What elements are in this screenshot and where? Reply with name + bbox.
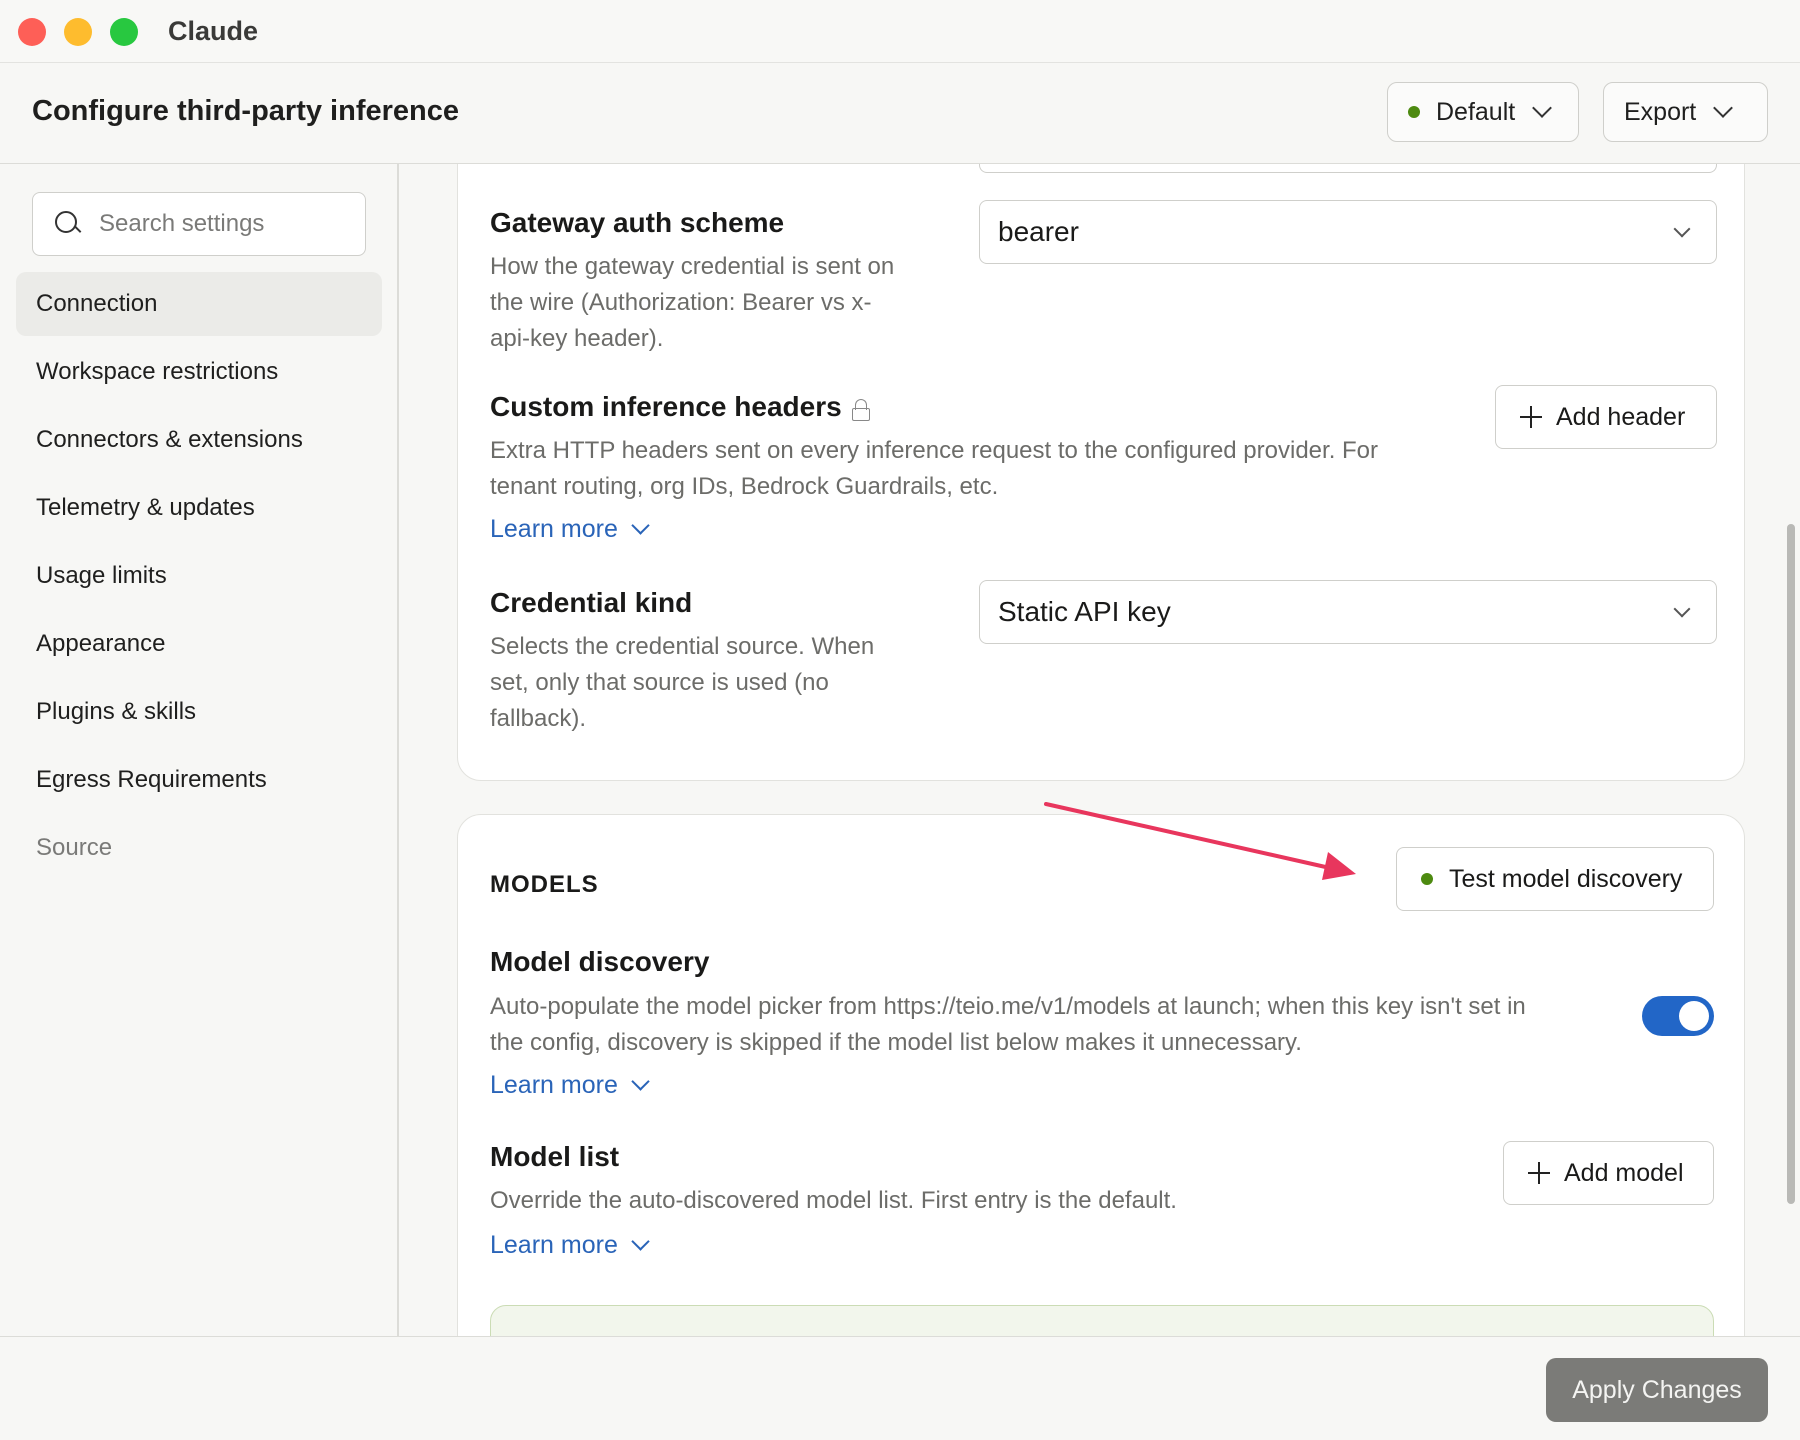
sidebar-item-appearance[interactable]: Appearance [16, 612, 382, 676]
export-dropdown-label: Export [1624, 97, 1697, 126]
connection-card: Gateway auth scheme How the gateway cred… [457, 164, 1745, 781]
credential-kind-value: Static API key [998, 596, 1171, 627]
custom-headers-learn-more[interactable]: Learn more [490, 515, 650, 544]
custom-headers-title: Custom inference headers [490, 391, 870, 423]
chevron-down-icon [631, 1072, 650, 1091]
apply-changes-button[interactable]: Apply Changes [1546, 1358, 1768, 1422]
discovery-result-banner [490, 1305, 1714, 1336]
close-window-button[interactable] [18, 18, 46, 46]
custom-headers-description: Extra HTTP headers sent on every inferen… [490, 437, 1379, 500]
profile-dropdown-label: Default [1436, 97, 1516, 126]
sidebar-item-connection[interactable]: Connection [16, 272, 382, 336]
maximize-window-button[interactable] [110, 18, 138, 46]
plus-icon [1528, 1162, 1550, 1184]
sidebar-item-plugins-skills[interactable]: Plugins & skills [16, 680, 382, 744]
chevron-down-icon [631, 516, 650, 535]
chevron-down-icon [1532, 98, 1553, 118]
sidebar-item-source[interactable]: Source [16, 816, 382, 880]
sidebar-item-telemetry-updates[interactable]: Telemetry & updates [16, 476, 382, 540]
sidebar-item-workspace-restrictions[interactable]: Workspace restrictions [16, 340, 382, 404]
model-list-learn-more[interactable]: Learn more [490, 1231, 650, 1260]
add-header-button[interactable]: Add header [1495, 385, 1717, 449]
search-icon [55, 211, 81, 237]
gateway-auth-title: Gateway auth scheme [490, 207, 785, 238]
sidebar-item-egress-requirements[interactable]: Egress Requirements [16, 748, 382, 812]
model-discovery-toggle[interactable] [1642, 996, 1714, 1036]
scrollbar[interactable] [1787, 524, 1795, 1204]
sidebar-nav: Connection Workspace restrictions Connec… [16, 272, 382, 884]
toggle-knob [1679, 1001, 1709, 1031]
plus-icon [1520, 406, 1542, 428]
status-dot-icon [1408, 106, 1420, 118]
footer-bar: Apply Changes [0, 1336, 1800, 1440]
page-header: Configure third-party inference Default … [0, 63, 1800, 164]
sidebar-item-connectors-extensions[interactable]: Connectors & extensions [16, 408, 382, 472]
model-discovery-learn-more[interactable]: Learn more [490, 1071, 650, 1100]
gateway-auth-select[interactable]: bearer [979, 200, 1717, 264]
credential-kind-select[interactable]: Static API key [979, 580, 1717, 644]
lock-icon [851, 398, 870, 421]
title-bar: Claude [0, 0, 1800, 63]
chevron-down-icon [1713, 98, 1734, 118]
gateway-auth-value: bearer [998, 216, 1079, 247]
status-dot-icon [1421, 873, 1433, 885]
credential-kind-description: Selects the credential source. When set,… [490, 633, 875, 732]
profile-dropdown[interactable]: Default [1387, 82, 1579, 142]
gateway-auth-description: How the gateway credential is sent on th… [490, 253, 895, 352]
chevron-down-icon [631, 1232, 650, 1251]
minimize-window-button[interactable] [64, 18, 92, 46]
chevron-down-icon [1673, 600, 1691, 618]
export-dropdown[interactable]: Export [1603, 82, 1768, 142]
model-discovery-title: Model discovery [490, 946, 710, 977]
add-model-button[interactable]: Add model [1503, 1141, 1714, 1205]
model-discovery-description: Auto-populate the model picker from http… [490, 993, 1526, 1056]
credential-kind-title: Credential kind [490, 587, 693, 618]
models-section-label: MODELS [490, 871, 599, 898]
page-title: Configure third-party inference [32, 95, 459, 127]
settings-content[interactable]: Gateway auth scheme How the gateway cred… [401, 164, 1800, 1336]
model-list-description: Override the auto-discovered model list.… [490, 1187, 1177, 1214]
models-card: MODELS Test model discovery Model discov… [457, 814, 1745, 1336]
search-input[interactable] [99, 210, 339, 238]
previous-field-input[interactable] [979, 164, 1717, 173]
search-field[interactable] [32, 192, 366, 256]
sidebar-item-usage-limits[interactable]: Usage limits [16, 544, 382, 608]
app-title: Claude [168, 16, 259, 46]
chevron-down-icon [1673, 220, 1691, 238]
test-model-discovery-button[interactable]: Test model discovery [1396, 847, 1714, 911]
sidebar: Connection Workspace restrictions Connec… [0, 164, 399, 1336]
model-list-title: Model list [490, 1141, 620, 1172]
